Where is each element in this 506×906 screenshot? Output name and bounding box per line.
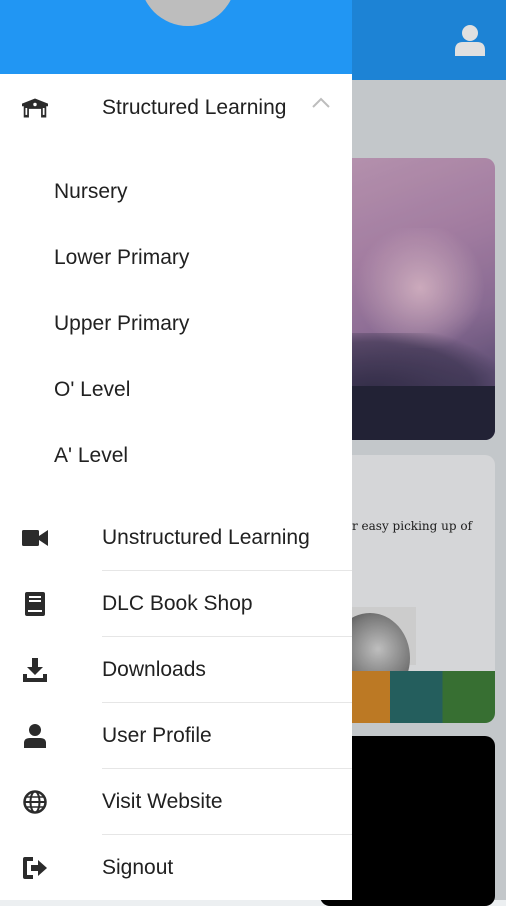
school-icon bbox=[22, 95, 48, 121]
submenu-item-a-level[interactable]: A' Level bbox=[0, 423, 352, 489]
menu-item-label: Signout bbox=[102, 856, 174, 879]
menu-item-label: Downloads bbox=[102, 658, 206, 681]
submenu-item-label: Upper Primary bbox=[54, 312, 190, 335]
navigation-drawer: Structured Learning Nursery Lower Primar… bbox=[0, 0, 352, 900]
video-camera-icon bbox=[22, 525, 48, 551]
submenu-item-lower-primary[interactable]: Lower Primary bbox=[0, 225, 352, 291]
menu-item-label: User Profile bbox=[102, 724, 212, 747]
submenu-item-o-level[interactable]: O' Level bbox=[0, 357, 352, 423]
submenu-item-nursery[interactable]: Nursery bbox=[0, 159, 352, 225]
avatar[interactable] bbox=[140, 0, 236, 26]
menu-item-downloads[interactable]: Downloads bbox=[0, 637, 352, 703]
submenu-item-label: Nursery bbox=[54, 180, 128, 203]
signout-icon bbox=[22, 855, 48, 881]
menu-item-label: DLC Book Shop bbox=[102, 592, 253, 615]
menu-item-signout[interactable]: Signout bbox=[0, 835, 352, 900]
submenu-item-upper-primary[interactable]: Upper Primary bbox=[0, 291, 352, 357]
drawer-header bbox=[0, 0, 352, 74]
menu-item-structured-learning[interactable]: Structured Learning bbox=[0, 75, 352, 141]
download-icon bbox=[22, 657, 48, 683]
menu-item-dlc-book-shop[interactable]: DLC Book Shop bbox=[0, 571, 352, 637]
menu-item-label: Visit Website bbox=[102, 790, 223, 813]
book-icon bbox=[22, 591, 48, 617]
submenu-item-label: Lower Primary bbox=[54, 246, 190, 269]
globe-icon bbox=[22, 789, 48, 815]
menu-item-unstructured-learning[interactable]: Unstructured Learning bbox=[0, 505, 352, 571]
person-icon bbox=[22, 723, 48, 749]
menu-item-label: Unstructured Learning bbox=[102, 526, 310, 549]
menu-item-label: Structured Learning bbox=[102, 96, 287, 119]
submenu-item-label: O' Level bbox=[54, 378, 131, 401]
menu-item-visit-website[interactable]: Visit Website bbox=[0, 769, 352, 835]
submenu-item-label: A' Level bbox=[54, 444, 129, 467]
menu-item-user-profile[interactable]: User Profile bbox=[0, 703, 352, 769]
chevron-up-icon[interactable] bbox=[312, 97, 330, 111]
